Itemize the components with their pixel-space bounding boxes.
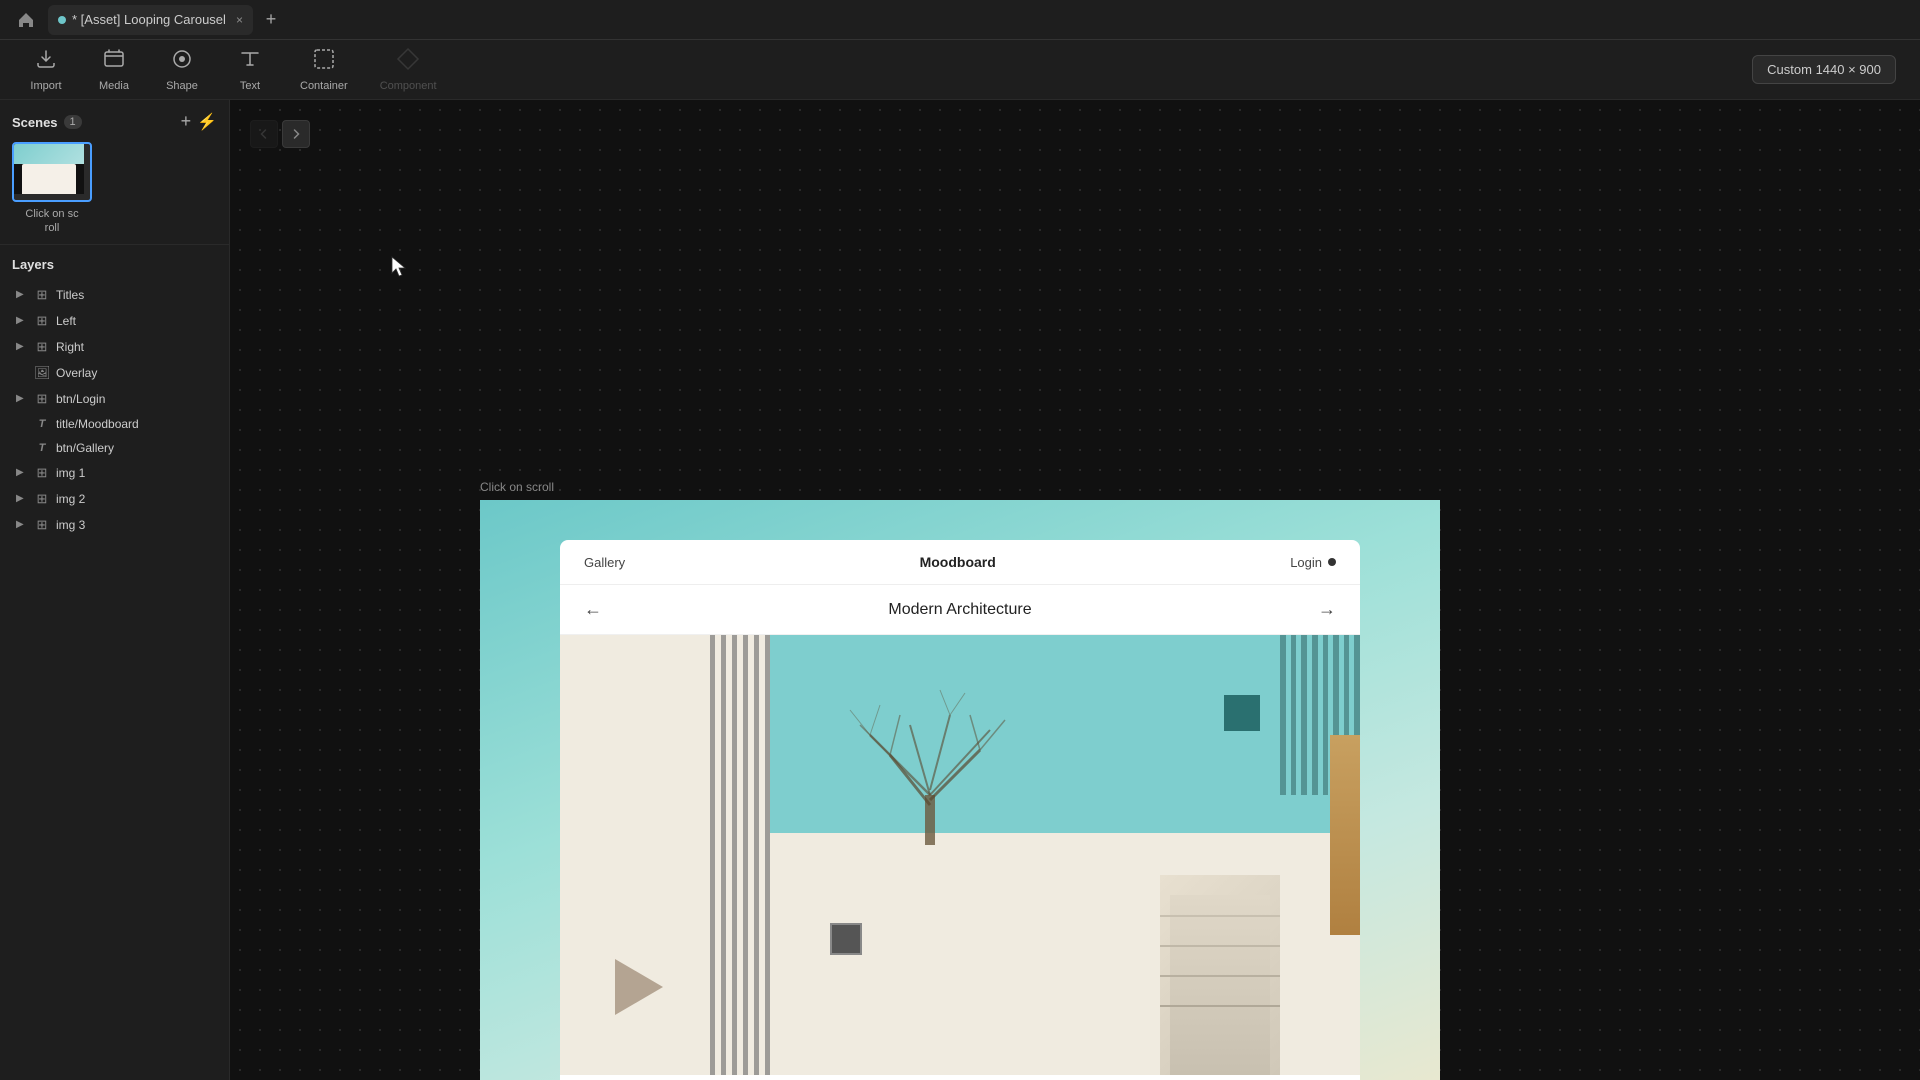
card-content-header: ← Modern Architecture → [560,585,1360,635]
layer-item-overlay[interactable]: ▶ 🖼 Overlay [12,360,217,386]
layer-expand-img-2[interactable]: ▶ [16,493,28,504]
component-icon [396,47,420,77]
tab-dot [58,16,66,24]
text-tool[interactable]: Text [220,41,280,98]
canvas-nav-back[interactable] [250,120,278,148]
left-panel: Scenes 1 + ⚡ Click on sc roll [0,100,230,1080]
tree-illustration [830,675,1030,845]
card-login-area[interactable]: Login [1290,555,1336,570]
layer-icon-btn-gallery: T [34,442,50,454]
card-gallery-link[interactable]: Gallery [584,555,625,570]
layer-icon-img-1: ⊞ [34,465,50,481]
import-tool[interactable]: Import [16,41,76,98]
layer-expand-img-1[interactable]: ▶ [16,467,28,478]
scene-label-1: Click on sc roll [25,207,78,236]
layer-expand-right[interactable]: ▶ [16,341,28,352]
layer-icon-overlay: 🖼 [34,365,50,381]
layer-expand-titles[interactable]: ▶ [16,289,28,300]
card-content-title: Modern Architecture [602,601,1318,619]
layers-section: Layers ▶ ⊞ Titles ▶ ⊞ Left ▶ ⊞ Right ▶ 🖼… [0,245,229,1080]
viewport-size[interactable]: Custom 1440 × 900 [1752,55,1896,84]
shape-tool[interactable]: Shape [152,41,212,98]
card-images-area [560,635,1360,1075]
layer-item-right[interactable]: ▶ ⊞ Right [12,334,217,360]
layers-title: Layers [12,257,217,272]
scenes-section: Scenes 1 + ⚡ Click on sc roll [0,100,229,245]
layer-item-left[interactable]: ▶ ⊞ Left [12,308,217,334]
layer-icon-btn-login: ⊞ [34,391,50,407]
card-image-left [560,635,770,1075]
layer-item-img-2[interactable]: ▶ ⊞ img 2 [12,486,217,512]
add-scene-button[interactable]: + [181,112,192,132]
container-label: Container [300,80,348,92]
layer-expand-left[interactable]: ▶ [16,315,28,326]
layer-icon-title-moodboard: T [34,418,50,430]
media-label: Media [99,80,129,92]
card-navbar: Gallery Moodboard Login [560,540,1360,585]
card-moodboard-title: Moodboard [625,554,1290,570]
preview-card: Gallery Moodboard Login ← Modern Archite… [560,540,1360,1080]
home-button[interactable] [8,2,44,38]
staircase-element [1160,875,1280,1075]
wooden-element [1330,735,1360,935]
container-tool[interactable]: Container [288,41,360,98]
scene-thumbnail-1[interactable] [12,142,92,202]
shape-label: Shape [166,80,198,92]
layer-icon-left: ⊞ [34,313,50,329]
layer-icon-img-3: ⊞ [34,517,50,533]
canvas-nav-forward[interactable] [282,120,310,148]
tab-asset-looping[interactable]: * [Asset] Looping Carousel × [48,5,253,35]
tab-title: * [Asset] Looping Carousel [72,12,226,27]
import-label: Import [30,80,61,92]
canvas-area[interactable]: Click on scroll Gallery Moodboard Login [230,100,1920,1080]
layer-icon-right: ⊞ [34,339,50,355]
scenes-bolt-button[interactable]: ⚡ [197,112,217,132]
text-label: Text [240,80,260,92]
layer-item-title-moodboard[interactable]: ▶ T title/Moodboard [12,412,217,436]
toolbar: Import Media Shape Text [0,40,1920,100]
component-label: Component [380,80,437,92]
shape-icon [170,47,194,77]
card-next-arrow[interactable]: → [1318,599,1336,620]
layer-item-img-1[interactable]: ▶ ⊞ img 1 [12,460,217,486]
media-tool[interactable]: Media [84,41,144,98]
layer-item-btn-login[interactable]: ▶ ⊞ btn/Login [12,386,217,412]
preview-background: Gallery Moodboard Login ← Modern Archite… [480,500,1440,1080]
layer-item-img-3[interactable]: ▶ ⊞ img 3 [12,512,217,538]
component-tool[interactable]: Component [368,41,449,98]
canvas-navigation [250,120,310,148]
click-on-scroll-label: Click on scroll [480,480,554,494]
layer-expand-img-3[interactable]: ▶ [16,519,28,530]
layer-expand-btn-login[interactable]: ▶ [16,393,28,404]
tab-close-button[interactable]: × [236,13,243,27]
text-icon [238,47,262,77]
container-icon [312,47,336,77]
layer-icon-img-2: ⊞ [34,491,50,507]
card-prev-arrow[interactable]: ← [584,599,602,620]
scenes-title: Scenes [12,115,58,130]
card-image-right [770,635,1360,1075]
teal-square [1224,695,1260,731]
card-login-label[interactable]: Login [1290,555,1322,570]
new-tab-button[interactable]: + [257,6,285,34]
layer-item-btn-gallery[interactable]: ▶ T btn/Gallery [12,436,217,460]
layer-icon-titles: ⊞ [34,287,50,303]
import-icon [34,47,58,77]
scenes-count: 1 [64,115,82,129]
layer-item-titles[interactable]: ▶ ⊞ Titles [12,282,217,308]
preview-frame: Click on scroll Gallery Moodboard Login [480,500,1440,1080]
media-icon [102,47,126,77]
card-login-dot [1328,558,1336,566]
dark-square [830,923,862,955]
